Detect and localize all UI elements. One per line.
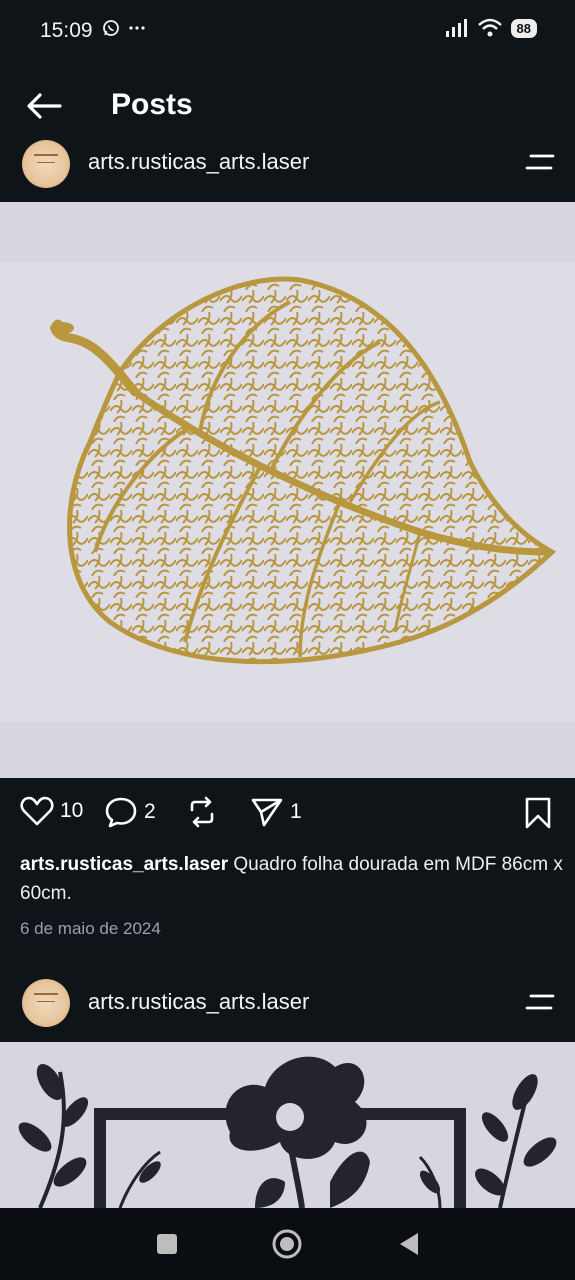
post-header: arts.rusticas_arts.laser: [0, 136, 575, 194]
send-icon: [251, 798, 283, 827]
post-image[interactable]: [0, 202, 575, 778]
status-time: 15:09: [40, 19, 93, 42]
flower-frame-image: [0, 1042, 575, 1208]
comment-button[interactable]: 2: [104, 796, 156, 828]
home-icon[interactable]: [271, 1228, 303, 1260]
app-header: Posts: [0, 62, 575, 146]
post-actions: 10 2 1: [0, 790, 575, 836]
heart-icon: [20, 796, 54, 826]
post-caption: arts.rusticas_arts.laser Quadro folha do…: [20, 850, 565, 908]
share-button[interactable]: 1: [250, 796, 302, 828]
repost-icon: [190, 796, 214, 828]
menu-icon[interactable]: [525, 991, 557, 1015]
post-username[interactable]: arts.rusticas_arts.laser: [88, 989, 309, 1015]
system-nav-bar: [0, 1208, 575, 1280]
comment-count: 2: [144, 800, 156, 823]
like-count: 10: [60, 799, 84, 822]
comment-icon: [105, 797, 137, 828]
repost-button[interactable]: [186, 796, 218, 828]
signal-icon: [445, 19, 467, 37]
like-button[interactable]: 10: [20, 796, 83, 826]
page-title: Posts: [111, 88, 193, 121]
status-bar: 15:09 88: [0, 0, 575, 62]
avatar[interactable]: [22, 979, 70, 1027]
caption-username[interactable]: arts.rusticas_arts.laser: [20, 854, 228, 875]
recents-icon[interactable]: [155, 1232, 179, 1256]
more-dots-icon: [129, 26, 145, 30]
bookmark-icon[interactable]: [523, 796, 553, 830]
wifi-icon: [477, 18, 502, 37]
menu-icon[interactable]: [525, 151, 557, 175]
post-username[interactable]: arts.rusticas_arts.laser: [88, 149, 309, 175]
battery-icon: 88: [510, 18, 537, 38]
post-image[interactable]: [0, 1042, 575, 1208]
post-header: arts.rusticas_arts.laser: [0, 975, 575, 1033]
avatar[interactable]: [22, 140, 70, 188]
share-count: 1: [290, 800, 302, 823]
back-arrow-icon[interactable]: [24, 90, 64, 122]
back-icon[interactable]: [396, 1230, 422, 1258]
whatsapp-icon: [103, 20, 119, 36]
gold-leaf-image: [0, 202, 575, 778]
post-date: 6 de maio de 2024: [20, 919, 161, 938]
